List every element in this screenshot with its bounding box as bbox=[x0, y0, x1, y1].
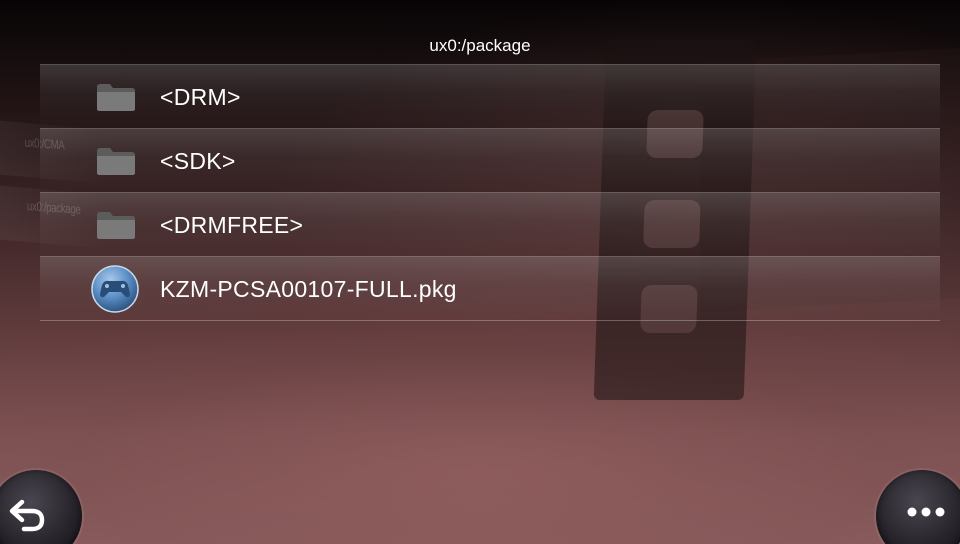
back-button[interactable] bbox=[0, 470, 82, 544]
file-browser-screen: ux0:/CMA ux0:/package ux0:/package <DRM>… bbox=[0, 0, 960, 544]
list-item[interactable]: <SDK> bbox=[40, 128, 940, 192]
folder-icon bbox=[97, 212, 135, 239]
list-item-label: KZM-PCSA00107-FULL.pkg bbox=[160, 276, 457, 302]
current-path-title: ux0:/package bbox=[429, 36, 531, 55]
gamepad-icon bbox=[91, 265, 139, 313]
list-item[interactable]: <DRMFREE> bbox=[40, 192, 940, 256]
list-item[interactable]: <DRM> bbox=[40, 64, 940, 128]
folder-icon bbox=[97, 84, 135, 111]
options-menu-button[interactable] bbox=[876, 470, 960, 544]
list-item-label: <SDK> bbox=[160, 148, 236, 174]
more-dots-icon bbox=[907, 507, 945, 517]
file-list: <DRM> <SDK> <DRMFREE> KZM-PCSA00107-FULL… bbox=[40, 64, 940, 321]
list-item-label: <DRMFREE> bbox=[160, 212, 304, 238]
list-item-label: <DRM> bbox=[160, 84, 241, 110]
back-arrow-icon bbox=[9, 499, 45, 532]
folder-icon bbox=[97, 148, 135, 175]
list-item[interactable]: KZM-PCSA00107-FULL.pkg bbox=[40, 256, 940, 321]
